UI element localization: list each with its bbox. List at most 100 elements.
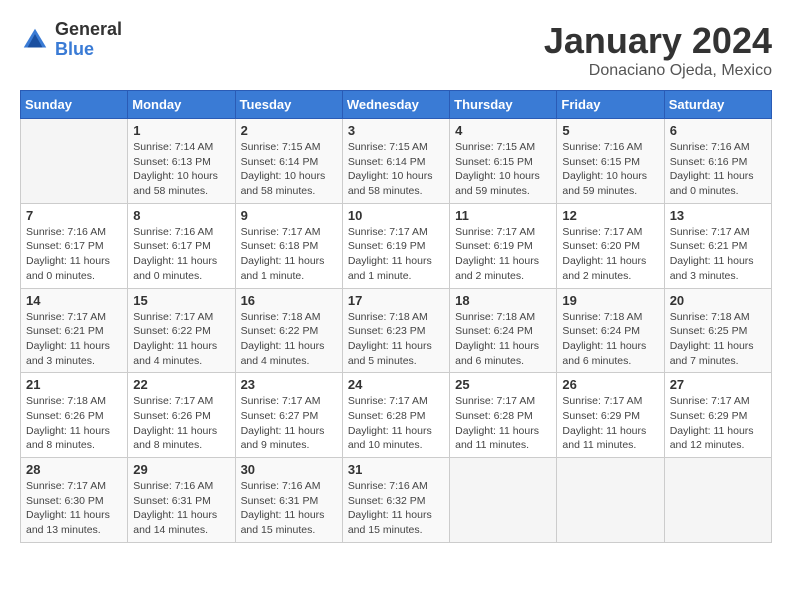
calendar-week-1: 1 Sunrise: 7:14 AMSunset: 6:13 PMDaylight…	[21, 119, 772, 204]
day-number: 22	[133, 377, 229, 392]
day-info: Sunrise: 7:16 AMSunset: 6:32 PMDaylight:…	[348, 479, 444, 538]
day-info: Sunrise: 7:17 AMSunset: 6:19 PMDaylight:…	[455, 225, 551, 284]
day-number: 24	[348, 377, 444, 392]
calendar-cell	[21, 119, 128, 204]
calendar-cell: 25Sunrise: 7:17 AMSunset: 6:28 PMDayligh…	[450, 373, 557, 458]
day-info: Sunrise: 7:16 AMSunset: 6:17 PMDaylight:…	[26, 225, 122, 284]
calendar-cell: 10 Sunrise: 7:17 AMSunset: 6:19 PMDayligh…	[342, 203, 449, 288]
calendar-cell: 2 Sunrise: 7:15 AMSunset: 6:14 PMDaylight…	[235, 119, 342, 204]
day-info: Sunrise: 7:17 AMSunset: 6:26 PMDaylight:…	[133, 394, 229, 453]
logo: General Blue	[20, 20, 122, 60]
day-info: Sunrise: 7:18 AMSunset: 6:23 PMDaylight:…	[348, 310, 444, 369]
logo-general: General	[55, 20, 122, 40]
month-title: January 2024	[544, 20, 772, 62]
weekday-header-sunday: Sunday	[21, 91, 128, 119]
calendar-table: SundayMondayTuesdayWednesdayThursdayFrid…	[20, 90, 772, 543]
day-number: 13	[670, 208, 766, 223]
calendar-cell: 5 Sunrise: 7:16 AMSunset: 6:15 PMDaylight…	[557, 119, 664, 204]
day-number: 9	[241, 208, 337, 223]
day-number: 6	[670, 123, 766, 138]
logo-icon	[20, 25, 50, 55]
day-number: 8	[133, 208, 229, 223]
calendar-cell: 9Sunrise: 7:17 AMSunset: 6:18 PMDaylight…	[235, 203, 342, 288]
calendar-cell: 30 Sunrise: 7:16 AMSunset: 6:31 PMDayligh…	[235, 458, 342, 543]
day-number: 26	[562, 377, 658, 392]
day-info: Sunrise: 7:15 AMSunset: 6:14 PMDaylight:…	[241, 140, 337, 199]
calendar-cell: 6Sunrise: 7:16 AMSunset: 6:16 PMDaylight…	[664, 119, 771, 204]
calendar-cell: 23 Sunrise: 7:17 AMSunset: 6:27 PMDayligh…	[235, 373, 342, 458]
calendar-cell: 20 Sunrise: 7:18 AMSunset: 6:25 PMDayligh…	[664, 288, 771, 373]
calendar-cell	[450, 458, 557, 543]
day-number: 1	[133, 123, 229, 138]
day-number: 10	[348, 208, 444, 223]
day-number: 31	[348, 462, 444, 477]
day-number: 20	[670, 293, 766, 308]
calendar-cell: 7Sunrise: 7:16 AMSunset: 6:17 PMDaylight…	[21, 203, 128, 288]
logo-blue: Blue	[55, 40, 122, 60]
calendar-cell: 22 Sunrise: 7:17 AMSunset: 6:26 PMDayligh…	[128, 373, 235, 458]
header: General Blue January 2024 Donaciano Ojed…	[20, 20, 772, 80]
calendar-cell: 21 Sunrise: 7:18 AMSunset: 6:26 PMDayligh…	[21, 373, 128, 458]
calendar-body: 1 Sunrise: 7:14 AMSunset: 6:13 PMDaylight…	[21, 119, 772, 543]
calendar-cell: 27 Sunrise: 7:17 AMSunset: 6:29 PMDayligh…	[664, 373, 771, 458]
day-info: Sunrise: 7:18 AMSunset: 6:26 PMDaylight:…	[26, 394, 122, 453]
weekday-header-saturday: Saturday	[664, 91, 771, 119]
day-number: 19	[562, 293, 658, 308]
calendar-cell: 18 Sunrise: 7:18 AMSunset: 6:24 PMDayligh…	[450, 288, 557, 373]
weekday-header-thursday: Thursday	[450, 91, 557, 119]
calendar-cell: 26 Sunrise: 7:17 AMSunset: 6:29 PMDayligh…	[557, 373, 664, 458]
day-info: Sunrise: 7:17 AMSunset: 6:29 PMDaylight:…	[670, 394, 766, 453]
calendar-cell: 3Sunrise: 7:15 AMSunset: 6:14 PMDaylight…	[342, 119, 449, 204]
day-number: 11	[455, 208, 551, 223]
calendar-week-3: 14 Sunrise: 7:17 AMSunset: 6:21 PMDayligh…	[21, 288, 772, 373]
calendar-cell: 24 Sunrise: 7:17 AMSunset: 6:28 PMDayligh…	[342, 373, 449, 458]
day-number: 2	[241, 123, 337, 138]
day-number: 27	[670, 377, 766, 392]
day-number: 3	[348, 123, 444, 138]
day-info: Sunrise: 7:17 AMSunset: 6:21 PMDaylight:…	[26, 310, 122, 369]
day-info: Sunrise: 7:17 AMSunset: 6:30 PMDaylight:…	[26, 479, 122, 538]
calendar-cell: 11 Sunrise: 7:17 AMSunset: 6:19 PMDayligh…	[450, 203, 557, 288]
calendar-week-2: 7Sunrise: 7:16 AMSunset: 6:17 PMDaylight…	[21, 203, 772, 288]
day-info: Sunrise: 7:16 AMSunset: 6:15 PMDaylight:…	[562, 140, 658, 199]
day-number: 28	[26, 462, 122, 477]
day-number: 21	[26, 377, 122, 392]
location-title: Donaciano Ojeda, Mexico	[544, 62, 772, 80]
day-number: 29	[133, 462, 229, 477]
day-info: Sunrise: 7:14 AMSunset: 6:13 PMDaylight:…	[133, 140, 229, 199]
day-number: 23	[241, 377, 337, 392]
day-info: Sunrise: 7:17 AMSunset: 6:20 PMDaylight:…	[562, 225, 658, 284]
day-info: Sunrise: 7:16 AMSunset: 6:31 PMDaylight:…	[241, 479, 337, 538]
logo-text: General Blue	[55, 20, 122, 60]
day-info: Sunrise: 7:17 AMSunset: 6:29 PMDaylight:…	[562, 394, 658, 453]
day-info: Sunrise: 7:17 AMSunset: 6:28 PMDaylight:…	[455, 394, 551, 453]
calendar-cell: 15Sunrise: 7:17 AMSunset: 6:22 PMDayligh…	[128, 288, 235, 373]
calendar-cell: 4Sunrise: 7:15 AMSunset: 6:15 PMDaylight…	[450, 119, 557, 204]
day-info: Sunrise: 7:18 AMSunset: 6:24 PMDaylight:…	[455, 310, 551, 369]
day-info: Sunrise: 7:18 AMSunset: 6:25 PMDaylight:…	[670, 310, 766, 369]
day-info: Sunrise: 7:17 AMSunset: 6:21 PMDaylight:…	[670, 225, 766, 284]
day-number: 14	[26, 293, 122, 308]
calendar-cell	[664, 458, 771, 543]
calendar-week-4: 21 Sunrise: 7:18 AMSunset: 6:26 PMDayligh…	[21, 373, 772, 458]
day-info: Sunrise: 7:18 AMSunset: 6:22 PMDaylight:…	[241, 310, 337, 369]
day-number: 18	[455, 293, 551, 308]
weekday-header-friday: Friday	[557, 91, 664, 119]
day-number: 12	[562, 208, 658, 223]
day-info: Sunrise: 7:17 AMSunset: 6:28 PMDaylight:…	[348, 394, 444, 453]
calendar-cell: 31 Sunrise: 7:16 AMSunset: 6:32 PMDayligh…	[342, 458, 449, 543]
calendar-cell: 1 Sunrise: 7:14 AMSunset: 6:13 PMDaylight…	[128, 119, 235, 204]
calendar-cell: 28 Sunrise: 7:17 AMSunset: 6:30 PMDayligh…	[21, 458, 128, 543]
calendar-cell	[557, 458, 664, 543]
calendar-cell: 19 Sunrise: 7:18 AMSunset: 6:24 PMDayligh…	[557, 288, 664, 373]
day-info: Sunrise: 7:17 AMSunset: 6:19 PMDaylight:…	[348, 225, 444, 284]
calendar-cell: 12 Sunrise: 7:17 AMSunset: 6:20 PMDayligh…	[557, 203, 664, 288]
day-number: 5	[562, 123, 658, 138]
day-info: Sunrise: 7:18 AMSunset: 6:24 PMDaylight:…	[562, 310, 658, 369]
calendar-header: SundayMondayTuesdayWednesdayThursdayFrid…	[21, 91, 772, 119]
calendar-cell: 29Sunrise: 7:16 AMSunset: 6:31 PMDayligh…	[128, 458, 235, 543]
calendar-week-5: 28 Sunrise: 7:17 AMSunset: 6:30 PMDayligh…	[21, 458, 772, 543]
day-number: 30	[241, 462, 337, 477]
calendar-cell: 13 Sunrise: 7:17 AMSunset: 6:21 PMDayligh…	[664, 203, 771, 288]
day-info: Sunrise: 7:17 AMSunset: 6:27 PMDaylight:…	[241, 394, 337, 453]
